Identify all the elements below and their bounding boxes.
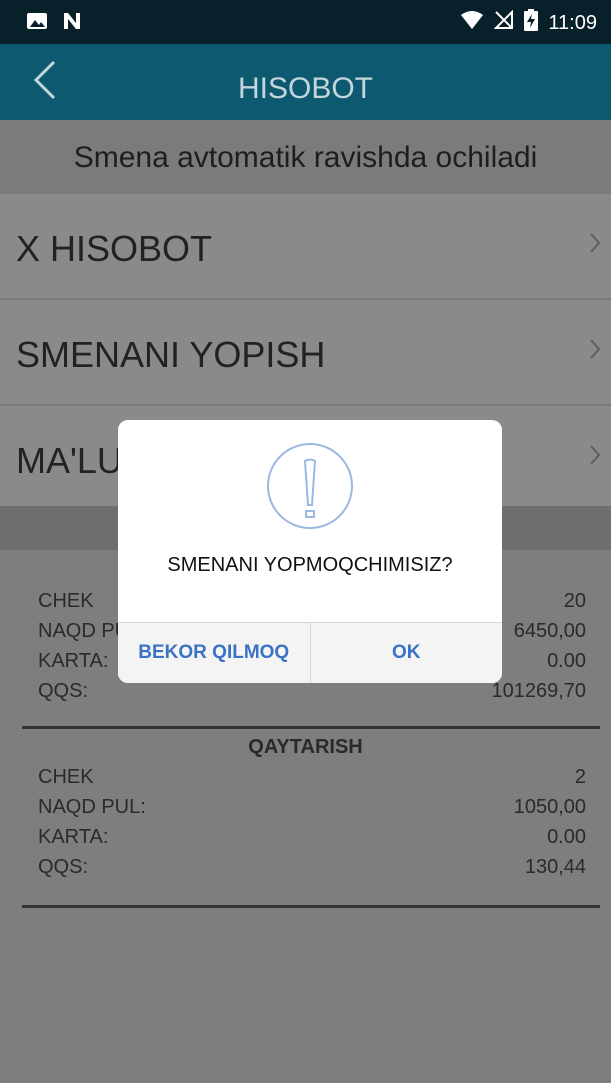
row-label: CHEK [38,766,94,788]
app-bar: HISOBOT [0,44,611,120]
row-value: 2 [574,766,586,788]
divider [22,905,600,908]
ok-button[interactable]: OK [311,623,503,683]
row-label: KARTA: [38,826,109,848]
report-row: CHEK 2 [38,766,586,789]
row-label: KARTA: [38,650,109,672]
report-row: NAQD PUL: 1050,00 [38,796,586,819]
row-value: 1050,00 [513,796,586,818]
chevron-right-icon [589,442,601,473]
battery-charging-icon [524,9,539,37]
n-notification-icon [62,11,82,36]
menu-item-label: X HISOBOT [16,228,213,269]
divider [22,726,600,729]
row-value: 6450,00 [513,620,586,642]
dialog-message: SMENANI YOPMOQCHIMISIZ? [167,554,453,576]
report-row: QQS: 130,44 [38,856,586,879]
row-value: 20 [563,590,586,612]
row-value: 0.00 [547,826,586,848]
confirm-dialog: SMENANI YOPMOQCHIMISIZ? BEKOR QILMOQ OK [118,420,502,683]
page-title: HISOBOT [237,72,373,105]
row-value: 130,44 [524,856,586,878]
menu-item-close-shift[interactable]: SMENANI YOPISH [0,300,611,406]
chevron-right-icon [589,230,601,261]
cancel-button[interactable]: BEKOR QILMOQ [118,623,311,683]
wifi-icon [460,10,484,36]
status-bar: 11:09 [0,0,611,44]
row-value: 101269,70 [491,680,586,702]
menu-item-x-report[interactable]: X HISOBOT [0,194,611,300]
row-label: QQS: [38,856,89,878]
shift-status-text: Smena avtomatik ravishda ochiladi [0,120,611,194]
row-label: NAQD PUL: [38,796,146,818]
dialog-button-bar: BEKOR QILMOQ OK [118,622,502,683]
row-label: QQS: [38,680,89,702]
clock: 11:09 [548,11,597,34]
menu-item-label: SMENANI YOPISH [16,334,326,375]
row-value: 0.00 [547,650,586,672]
returns-section-title: QAYTARISH [248,736,363,758]
warning-icon [267,443,353,529]
report-row: QQS: 101269,70 [38,680,586,703]
report-row: KARTA: 0.00 [38,826,586,849]
image-icon [26,12,48,35]
chevron-right-icon [589,336,601,367]
no-signal-icon [494,9,514,36]
row-label: CHEK [38,590,94,612]
